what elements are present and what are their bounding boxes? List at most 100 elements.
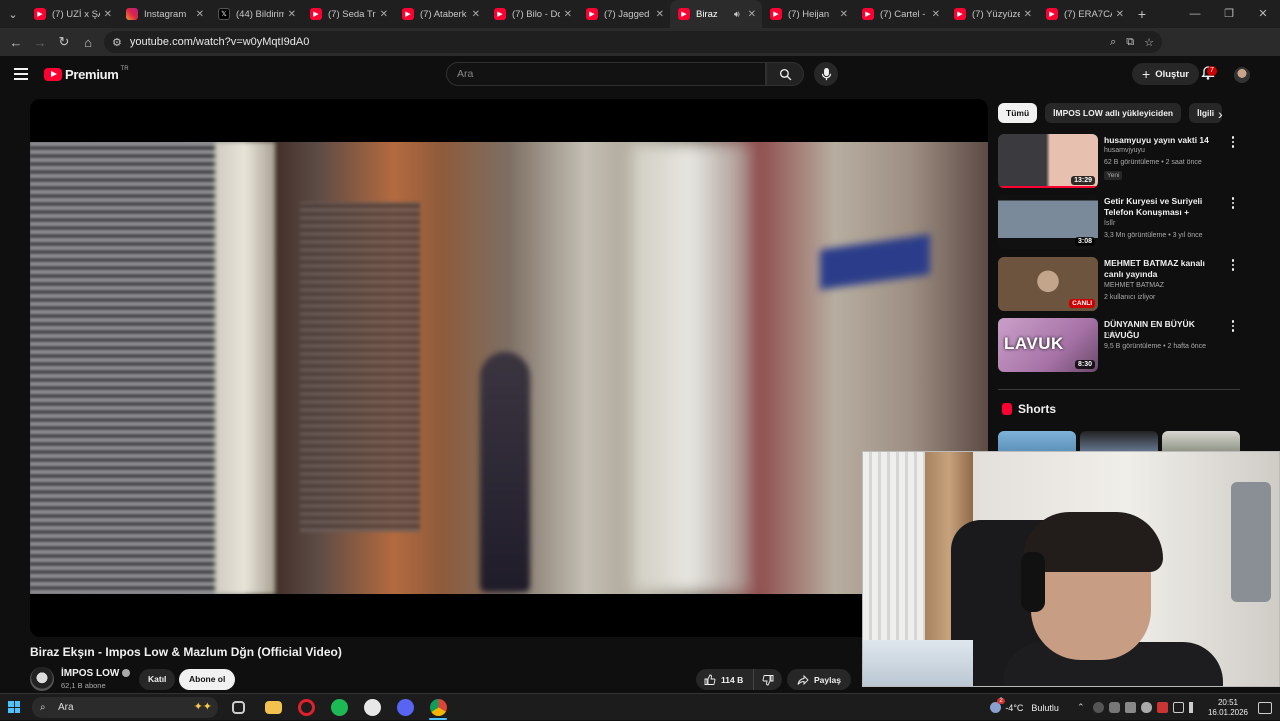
close-tab-icon[interactable]: ✕ [1116, 9, 1124, 20]
browser-tab[interactable]: ▶ (7) Heijan ✕ [762, 0, 854, 28]
bookmark-star-icon[interactable]: ☆ [1144, 36, 1154, 49]
browser-tab[interactable]: ▶ (7) Yüzyüze ✕ [946, 0, 1038, 28]
recommendation-item[interactable]: 3:08 Getir Kuryesi ve Suriyeli Telefon Ko… [998, 195, 1240, 249]
steam-icon[interactable] [364, 699, 381, 716]
windows-start-icon[interactable] [8, 701, 20, 713]
recommendation-title[interactable]: DÜNYANIN EN BÜYÜK LAVUĞU [1104, 319, 1226, 341]
browser-tab[interactable]: ▶ Biraz 🔊︎ ✕ [670, 0, 762, 28]
close-tab-icon[interactable]: ✕ [288, 9, 296, 20]
more-options-icon[interactable] [1230, 320, 1236, 334]
volume-icon[interactable] [1188, 702, 1200, 713]
join-button[interactable]: Katıl [139, 669, 176, 690]
chrome-icon[interactable] [430, 699, 447, 716]
browser-tab[interactable]: ▶ (7) ERA7CAP ✕ [1038, 0, 1130, 28]
close-tab-icon[interactable]: ✕ [380, 9, 388, 20]
like-button[interactable]: 114 B [696, 669, 755, 690]
opera-icon[interactable] [298, 699, 315, 716]
recommendation-channel[interactable]: MEHMET BATMAZ [1104, 282, 1164, 289]
youtube-premium-logo[interactable]: Premium TR [44, 66, 129, 82]
filter-chip[interactable]: İMPOS LOW adlı yükleyiciden [1045, 103, 1182, 123]
clock[interactable]: 20:51 16.01.2026 [1208, 698, 1248, 718]
share-button[interactable]: Paylaş [787, 669, 851, 690]
spotify-icon[interactable] [331, 699, 348, 716]
browser-tab[interactable]: 𝕏 (44) Bildirim ✕ [210, 0, 302, 28]
close-tab-icon[interactable]: ✕ [656, 9, 664, 20]
site-info-icon[interactable]: ⚙ [112, 36, 122, 49]
address-bar[interactable]: ⚙ youtube.com/watch?v=w0yMqtI9dA0 ⌕ ⧉ ☆ [104, 31, 1162, 53]
cloud-sync-icon[interactable] [1140, 702, 1152, 713]
controller-icon[interactable] [1124, 702, 1136, 713]
create-button[interactable]: + Oluştur [1132, 63, 1199, 85]
browser-tab[interactable]: ▶ (7) Seda Tri ✕ [302, 0, 394, 28]
home-icon[interactable]: ⌂ [76, 35, 100, 50]
channel-avatar[interactable] [30, 667, 54, 691]
recommendation-title[interactable]: Getir Kuryesi ve Suriyeli Telefon Konuşm… [1104, 196, 1226, 218]
new-tab-button[interactable]: + [1130, 6, 1154, 22]
recommendation-channel[interactable]: husamvjyuyu [1104, 147, 1145, 154]
recommendation-item[interactable]: 13:29 husamyuyu yayın vakti 14 husamvjyuyu… [998, 134, 1240, 188]
close-tab-icon[interactable]: ✕ [840, 9, 848, 20]
chevron-up-icon[interactable]: ⌃ [1077, 702, 1088, 713]
video-thumbnail[interactable]: LAVUK 8:30 [998, 318, 1098, 372]
short-thumbnail[interactable] [1080, 431, 1158, 453]
video-thumbnail[interactable]: 13:29 [998, 134, 1098, 188]
file-explorer-icon[interactable] [265, 701, 282, 714]
video-thumbnail[interactable]: CANLI [998, 257, 1098, 311]
dislike-button[interactable] [754, 669, 782, 690]
browser-tab[interactable]: ▶ (7) Jagged ✕ [578, 0, 670, 28]
back-icon[interactable]: ← [4, 35, 28, 50]
voice-search-button[interactable] [814, 62, 838, 86]
reload-icon[interactable]: ↻ [52, 34, 76, 50]
browser-tab[interactable]: ▶ (7) Cartel - ✕ [854, 0, 946, 28]
filter-chip[interactable]: Tümü [998, 103, 1038, 123]
channel-name[interactable]: İMPOS LOW [61, 668, 119, 679]
recommendation-channel[interactable]: yuki [1104, 331, 1116, 338]
network-icon[interactable] [1172, 702, 1184, 713]
more-options-icon[interactable] [1230, 259, 1236, 273]
restore-icon[interactable]: ❐ [1212, 0, 1246, 28]
taskbar-search-input[interactable]: ⌕ Ara ✦✦ [32, 697, 218, 718]
speaker-icon[interactable]: 🔊︎ [734, 9, 740, 20]
browser-tab[interactable]: ▶ (7) UZİ x ŞAF ✕ [26, 0, 118, 28]
weather-widget[interactable]: 2 -4°C Bulutlu [990, 698, 1059, 713]
subscribe-button[interactable]: Abone ol [179, 669, 236, 690]
search-input[interactable]: Ara [446, 62, 766, 86]
account-avatar[interactable] [1234, 67, 1250, 83]
close-tab-icon[interactable]: ✕ [472, 9, 480, 20]
task-view-icon[interactable] [232, 701, 245, 714]
zoom-icon[interactable]: ⌕ [1110, 36, 1116, 49]
discord-icon[interactable] [397, 699, 414, 716]
recommendation-title[interactable]: husamyuyu yayın vakti 14 [1104, 135, 1226, 146]
video-player[interactable] [30, 99, 988, 637]
mic-icon[interactable] [1108, 702, 1120, 713]
minimize-icon[interactable]: — [1178, 0, 1212, 28]
close-tab-icon[interactable]: ✕ [1024, 9, 1032, 20]
recommendation-item[interactable]: CANLI MEHMET BATMAZ kanalı canlı yayında M… [998, 257, 1240, 311]
short-thumbnail[interactable] [1162, 431, 1240, 453]
tab-search-chevron-icon[interactable]: ⌄ [0, 0, 26, 28]
install-icon[interactable]: ⧉ [1126, 36, 1134, 49]
browser-tab[interactable]: Instagram ✕ [118, 0, 210, 28]
recommendation-item[interactable]: LAVUK 8:30 DÜNYANIN EN BÜYÜK LAVUĞU yuki 9,5… [998, 318, 1240, 372]
close-window-icon[interactable]: ✕ [1246, 0, 1280, 28]
chevron-right-icon[interactable]: › [1218, 106, 1223, 122]
forward-icon[interactable]: → [28, 35, 52, 50]
browser-tab[interactable]: ▶ (7) Ataberk ✕ [394, 0, 486, 28]
recommendation-channel[interactable]: İslîr [1104, 220, 1115, 227]
close-tab-icon[interactable]: ✕ [564, 9, 572, 20]
more-options-icon[interactable] [1230, 197, 1236, 211]
close-tab-icon[interactable]: ✕ [196, 9, 204, 20]
video-frame[interactable] [30, 142, 988, 594]
vpn-icon[interactable] [1092, 702, 1104, 713]
menu-icon[interactable] [14, 68, 28, 80]
recommendation-title[interactable]: MEHMET BATMAZ kanalı canlı yayında [1104, 258, 1226, 280]
channel-name-row[interactable]: İMPOS LOW [61, 668, 131, 679]
close-tab-icon[interactable]: ✕ [748, 9, 756, 20]
video-thumbnail[interactable]: 3:08 [998, 195, 1098, 249]
short-thumbnail[interactable] [998, 431, 1076, 453]
search-button[interactable] [766, 62, 804, 86]
app-tray-icon[interactable] [1156, 702, 1168, 713]
browser-tab[interactable]: ▶ (7) Bilo - Do ✕ [486, 0, 578, 28]
close-tab-icon[interactable]: ✕ [104, 9, 112, 20]
notification-center-icon[interactable] [1258, 701, 1272, 714]
